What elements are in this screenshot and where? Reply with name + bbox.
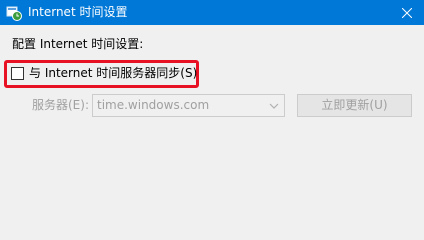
server-value: time.windows.com bbox=[97, 98, 210, 112]
config-label: 配置 Internet 时间设置: bbox=[12, 37, 144, 51]
sync-checkbox[interactable] bbox=[11, 67, 24, 80]
chevron-down-icon bbox=[268, 100, 280, 112]
close-button[interactable] bbox=[390, 0, 424, 25]
sync-checkbox-label[interactable]: 与 Internet 时间服务器同步(S) bbox=[29, 66, 197, 81]
server-combobox[interactable]: time.windows.com bbox=[92, 94, 285, 117]
server-label: 服务器(E): bbox=[32, 98, 89, 112]
update-now-button[interactable]: 立即更新(U) bbox=[297, 94, 412, 117]
clock-globe-icon bbox=[6, 5, 22, 21]
window-title: Internet 时间设置 bbox=[28, 5, 128, 19]
title-bar: Internet 时间设置 bbox=[0, 0, 424, 25]
close-icon bbox=[402, 7, 412, 18]
